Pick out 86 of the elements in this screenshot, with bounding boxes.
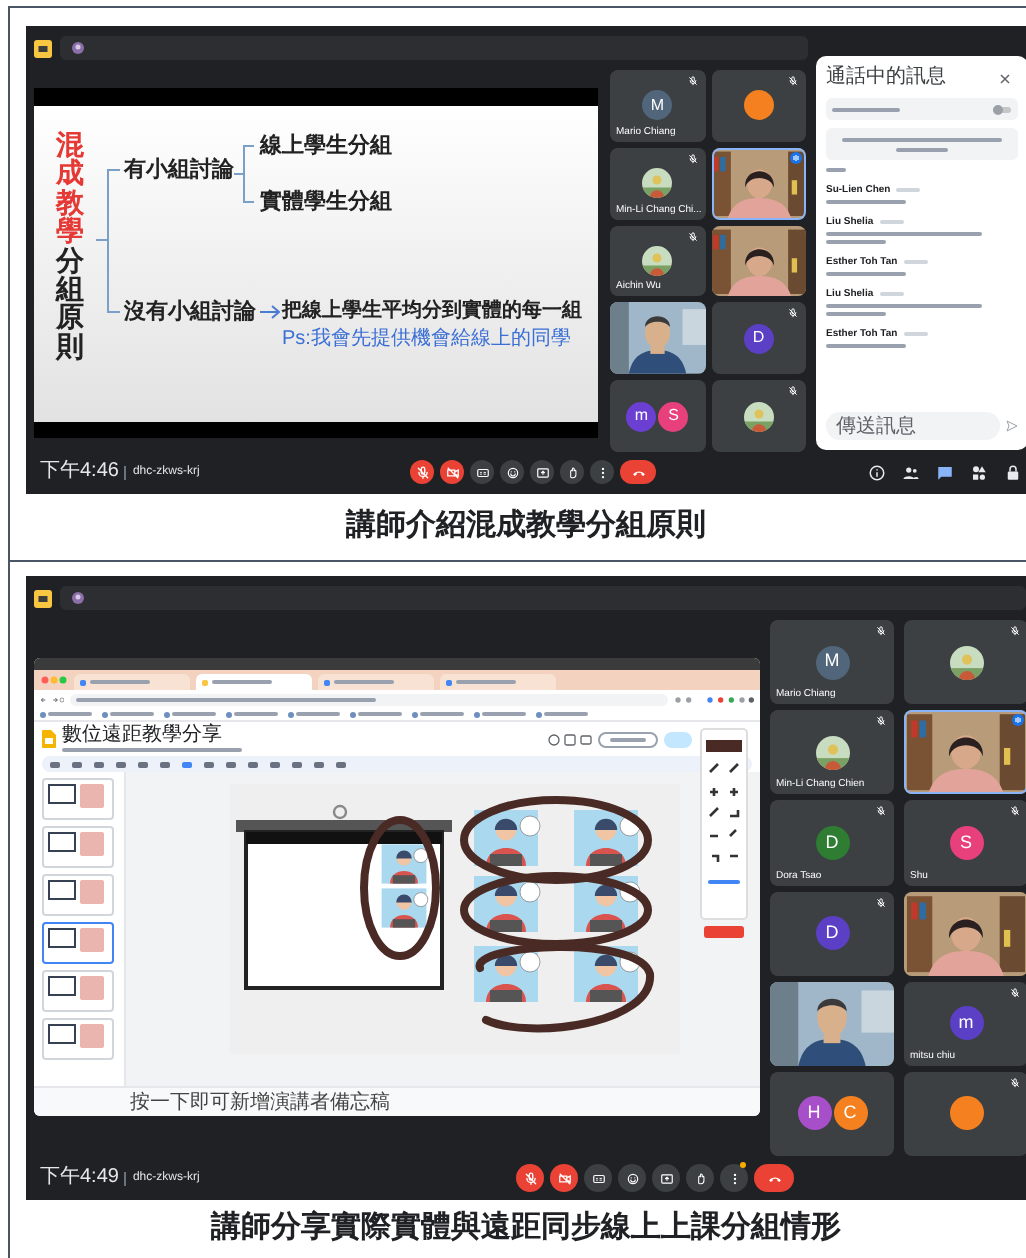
extensions-icon[interactable] bbox=[674, 695, 754, 703]
lock-icon[interactable] bbox=[1004, 463, 1022, 481]
more-options-button[interactable] bbox=[720, 1164, 748, 1192]
camera-off-button[interactable] bbox=[550, 1164, 578, 1192]
speaking-icon bbox=[1012, 714, 1024, 727]
slide-title: 分組原則 bbox=[56, 245, 84, 361]
slide-text: 線上學生分組 bbox=[260, 132, 392, 160]
chat-title: 通話中的訊息 bbox=[826, 66, 946, 90]
arrow bbox=[260, 304, 280, 320]
document-title: 數位遠距教學分享 bbox=[62, 726, 224, 746]
figure-caption: 講師分享實際實體與遠距同步線上上課分組情形 bbox=[211, 1207, 841, 1248]
camera-off-icon[interactable] bbox=[445, 465, 459, 479]
slideshow-button[interactable] bbox=[598, 731, 658, 747]
captions-button[interactable] bbox=[584, 1164, 612, 1192]
mic-off-button[interactable] bbox=[410, 460, 434, 484]
presenting-icon[interactable] bbox=[34, 39, 52, 57]
camera-off-icon[interactable] bbox=[557, 1171, 571, 1185]
clock: 下午4:46 bbox=[40, 460, 119, 484]
avatar: D bbox=[815, 825, 849, 860]
leave-call-button[interactable] bbox=[754, 1164, 794, 1192]
speaking-icon bbox=[790, 151, 802, 164]
navigation-icon[interactable] bbox=[40, 695, 64, 703]
bookmark-item[interactable] bbox=[536, 711, 588, 717]
avatar: S bbox=[949, 825, 983, 860]
speaker-notes-field[interactable]: 按一下即可新增演講者備忘稿 bbox=[34, 1086, 760, 1116]
bookmark-item[interactable] bbox=[350, 711, 402, 717]
avatar: S bbox=[658, 401, 689, 432]
slide-note: Ps:我會先提供機會給線上的同學 bbox=[282, 326, 571, 352]
captions-button[interactable] bbox=[470, 460, 494, 484]
slide-text: 實體學生分組 bbox=[260, 188, 392, 216]
present-button[interactable] bbox=[530, 460, 554, 484]
avatar: m bbox=[626, 401, 657, 432]
avatar: D bbox=[743, 323, 774, 354]
emoji-button[interactable] bbox=[500, 460, 524, 484]
bracket-line bbox=[234, 142, 254, 206]
bookmark-item[interactable] bbox=[102, 711, 154, 717]
slide-title: 混成教學 bbox=[56, 130, 84, 246]
captions-icon[interactable] bbox=[591, 1171, 605, 1185]
slide-text: 把線上學生平均分到實體的每一組 bbox=[282, 298, 582, 326]
camera-off-button[interactable] bbox=[440, 460, 464, 484]
present-button[interactable] bbox=[652, 1164, 680, 1192]
more-options-button[interactable] bbox=[590, 460, 614, 484]
info-icon[interactable] bbox=[868, 463, 886, 481]
smiley-icon[interactable] bbox=[625, 1171, 639, 1185]
emoji-button[interactable] bbox=[618, 1164, 646, 1192]
people-icon[interactable] bbox=[902, 463, 920, 481]
avatar-icon bbox=[72, 42, 84, 54]
slide-text: 有小組討論 bbox=[124, 156, 234, 184]
mic-off-button[interactable] bbox=[516, 1164, 544, 1192]
raise-hand-button[interactable] bbox=[686, 1164, 714, 1192]
toggle-switch[interactable] bbox=[992, 103, 1012, 115]
shapes-icon[interactable] bbox=[970, 463, 988, 481]
bookmark-item[interactable] bbox=[226, 711, 278, 717]
raise-hand-button[interactable] bbox=[560, 460, 584, 484]
avatar: m bbox=[949, 1006, 983, 1041]
figure-caption: 講師介紹混成教學分組原則 bbox=[346, 506, 706, 547]
captions-icon[interactable] bbox=[475, 465, 489, 479]
slide-text: 沒有小組討論 bbox=[124, 298, 256, 326]
presenting-icon[interactable] bbox=[34, 589, 52, 607]
bookmark-item[interactable] bbox=[40, 711, 92, 717]
slide-thumbnail[interactable] bbox=[42, 922, 114, 964]
message-input[interactable]: 傳送訊息 bbox=[826, 412, 1000, 440]
leave-call-button[interactable] bbox=[620, 460, 656, 484]
avatar: C bbox=[833, 1096, 867, 1131]
chat-icon[interactable] bbox=[936, 463, 954, 481]
hand-icon[interactable] bbox=[693, 1171, 707, 1185]
close-icon[interactable] bbox=[1000, 73, 1010, 83]
hand-icon[interactable] bbox=[565, 465, 579, 479]
browser-tab[interactable] bbox=[196, 674, 312, 690]
avatar: M bbox=[815, 645, 849, 680]
bookmark-item[interactable] bbox=[474, 711, 526, 717]
clock: 下午4:49 bbox=[40, 1166, 119, 1190]
bookmark-item[interactable] bbox=[412, 711, 464, 717]
present-screen-icon[interactable] bbox=[535, 465, 549, 479]
annotation-toolbar[interactable] bbox=[700, 728, 748, 940]
bookmark-item[interactable] bbox=[288, 711, 340, 717]
bookmark-item[interactable] bbox=[164, 711, 216, 717]
mic-off-icon[interactable] bbox=[415, 465, 429, 479]
avatar: D bbox=[815, 916, 849, 951]
smiley-icon[interactable] bbox=[505, 465, 519, 479]
present-screen-icon[interactable] bbox=[659, 1171, 673, 1185]
mic-off-icon[interactable] bbox=[523, 1171, 537, 1185]
avatar: H bbox=[797, 1096, 831, 1131]
avatar: M bbox=[642, 90, 673, 121]
avatar-icon bbox=[72, 592, 84, 604]
address-bar[interactable] bbox=[70, 693, 668, 705]
